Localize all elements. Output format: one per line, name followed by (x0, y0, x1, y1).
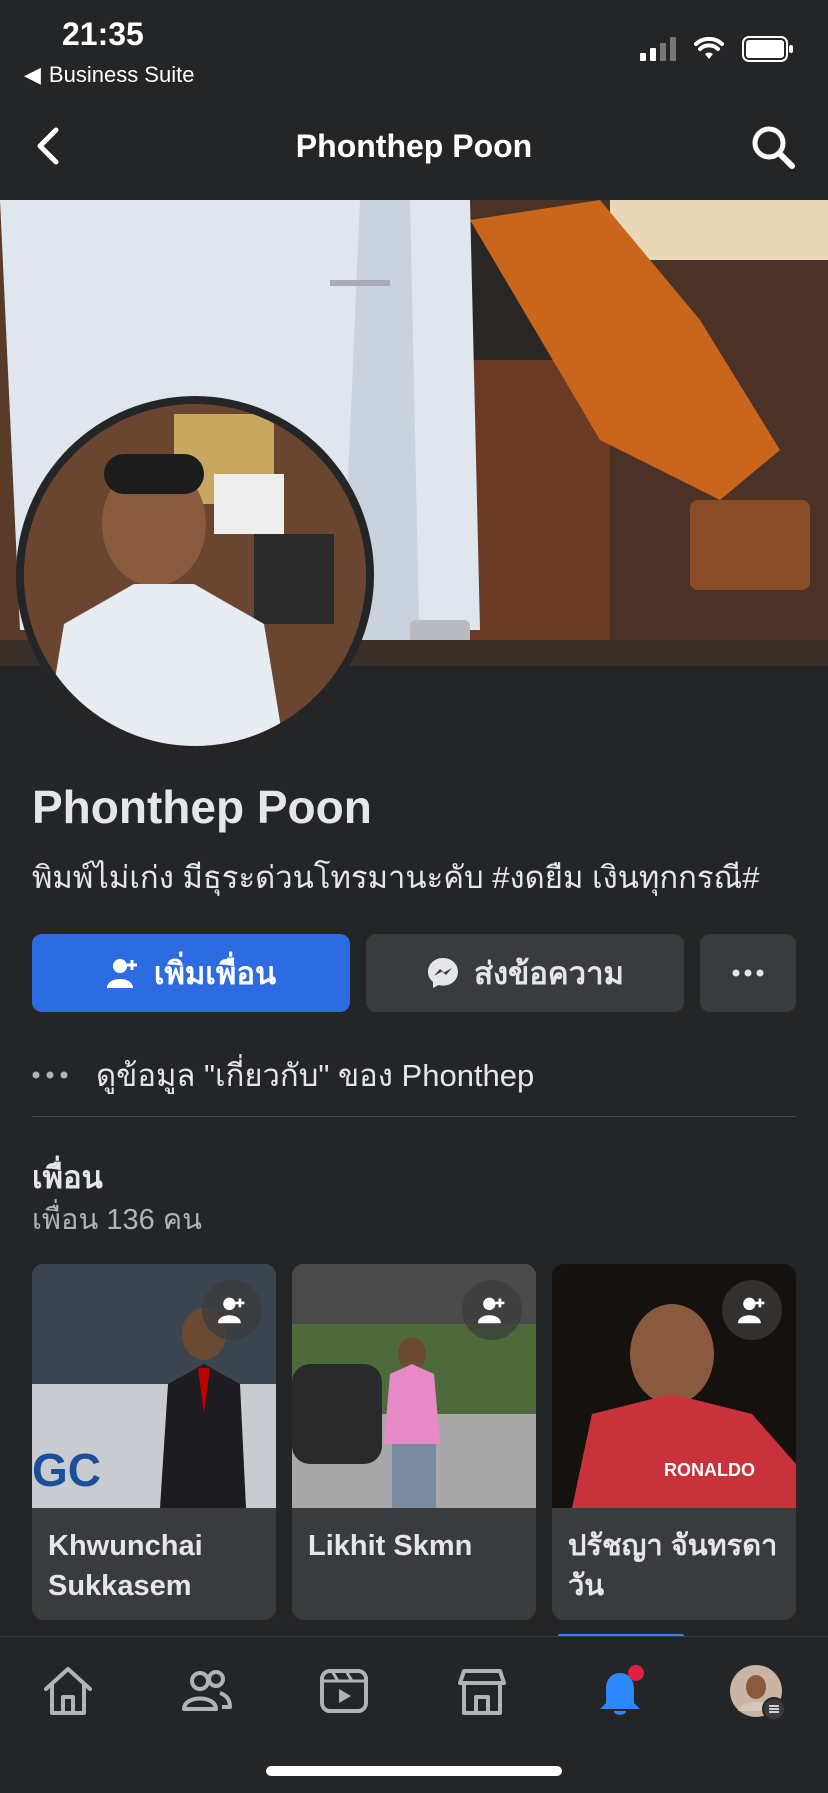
home-indicator (266, 1766, 562, 1776)
wifi-icon (694, 37, 724, 59)
friend-name: Likhit Skmn (308, 1530, 473, 1562)
watch-icon (320, 1669, 368, 1713)
friends-section-title[interactable]: เพื่อน (32, 1152, 103, 1202)
add-friend-small-button[interactable] (722, 1280, 782, 1340)
notifications-icon (600, 1665, 644, 1715)
add-friend-icon (737, 1297, 765, 1324)
status-time: 21:35 (62, 16, 144, 52)
friend-name: ปรัชญา จันทรดาวัน (568, 1530, 778, 1602)
back-to-app-link[interactable]: ◀ Business Suite (24, 62, 194, 88)
add-friend-small-button[interactable] (202, 1280, 262, 1340)
friend-card[interactable]: GC Khwunchai Sukkasem (32, 1264, 276, 1620)
tab-friends[interactable] (178, 1663, 238, 1723)
add-friend-icon (477, 1297, 505, 1324)
about-link[interactable]: ดูข้อมูล "เกี่ยวกับ" ของ Phonthep (32, 1050, 796, 1100)
avatar-image (24, 404, 366, 746)
svg-text:GC: GC (32, 1444, 101, 1496)
profile-menu-icon (730, 1665, 786, 1721)
add-friend-icon (217, 1297, 245, 1324)
more-options-button[interactable] (700, 934, 796, 1012)
messenger-icon (428, 958, 459, 988)
profile-bio: พิมพ์ไม่เก่ง มีธุระด่วนโทรมานะคับ #งดยืม… (32, 860, 760, 895)
more-dots-icon (32, 1071, 68, 1079)
status-icons (640, 36, 794, 62)
tab-home[interactable] (40, 1663, 100, 1723)
add-friend-button[interactable]: เพิ่มเพื่อน (32, 934, 350, 1012)
battery-icon (742, 36, 793, 62)
back-triangle-icon: ◀ (24, 62, 41, 87)
message-label: ส่งข้อความ (474, 956, 624, 991)
search-icon (752, 126, 795, 169)
marketplace-icon (458, 1669, 506, 1715)
tab-profile-menu[interactable] (728, 1663, 788, 1723)
add-friend-icon (106, 959, 137, 988)
svg-text:RONALDO: RONALDO (664, 1460, 755, 1480)
home-icon (44, 1667, 92, 1715)
search-button[interactable] (750, 124, 796, 170)
friend-card[interactable]: RONALDO ปรัชญา จันทรดาวัน (552, 1264, 796, 1620)
more-dots-icon (732, 969, 764, 977)
add-friend-label: เพิ่มเพื่อน (153, 956, 277, 991)
about-link-label: ดูข้อมูล "เกี่ยวกับ" ของ Phonthep (96, 1058, 535, 1093)
message-button[interactable]: ส่งข้อความ (366, 934, 684, 1012)
friends-count: เพื่อน 136 คน (32, 1204, 202, 1236)
friend-name: Khwunchai Sukkasem (48, 1530, 203, 1602)
tab-notifications[interactable] (592, 1663, 652, 1723)
back-app-label: Business Suite (48, 62, 195, 87)
page-title: Phonthep Poon (295, 128, 533, 164)
profile-name: Phonthep Poon (32, 781, 372, 833)
tab-marketplace[interactable] (454, 1663, 514, 1723)
friend-card[interactable]: Likhit Skmn (292, 1264, 536, 1620)
section-divider (32, 1116, 796, 1117)
friends-icon (182, 1670, 232, 1711)
signal-icon (640, 37, 676, 61)
add-friend-small-button[interactable] (462, 1280, 522, 1340)
tab-watch[interactable] (316, 1663, 376, 1723)
profile-avatar[interactable] (24, 404, 366, 746)
